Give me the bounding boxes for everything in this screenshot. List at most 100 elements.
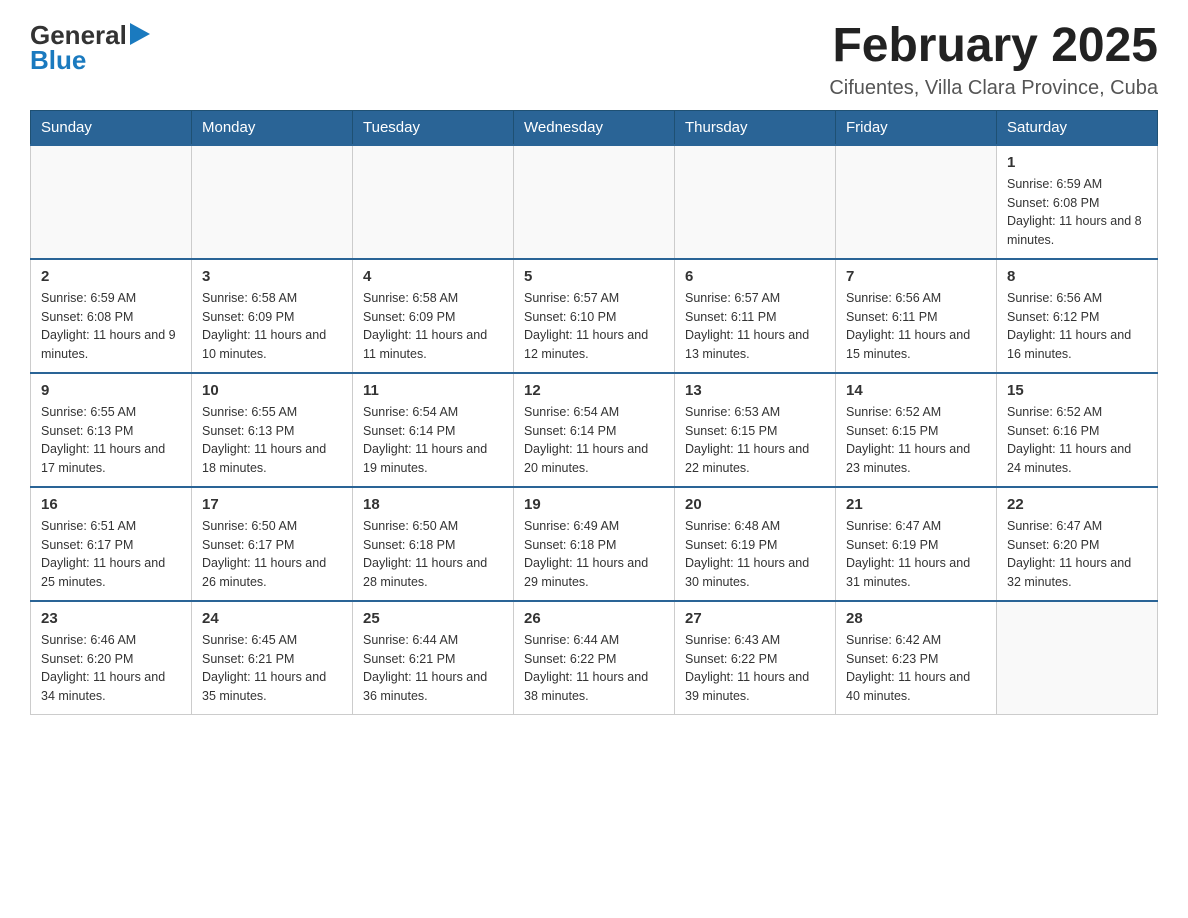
day-number: 16 xyxy=(41,496,181,513)
day-info: Sunrise: 6:44 AMSunset: 6:21 PMDaylight:… xyxy=(363,631,503,706)
day-info: Sunrise: 6:49 AMSunset: 6:18 PMDaylight:… xyxy=(524,517,664,592)
calendar-cell: 7 Sunrise: 6:56 AMSunset: 6:11 PMDaylight… xyxy=(836,259,997,373)
calendar-cell: 27 Sunrise: 6:43 AMSunset: 6:22 PMDayligh… xyxy=(675,601,836,715)
calendar-cell: 25 Sunrise: 6:44 AMSunset: 6:21 PMDayligh… xyxy=(353,601,514,715)
calendar-cell xyxy=(514,145,675,259)
week-row-2: 2Sunrise: 6:59 AMSunset: 6:08 PMDaylight… xyxy=(31,259,1158,373)
day-number: 14 xyxy=(846,382,986,399)
calendar-cell: 16 Sunrise: 6:51 AMSunset: 6:17 PMDayligh… xyxy=(31,487,192,601)
weekday-header-friday: Friday xyxy=(836,110,997,145)
day-number: 22 xyxy=(1007,496,1147,513)
day-number: 15 xyxy=(1007,382,1147,399)
calendar-cell: 19 Sunrise: 6:49 AMSunset: 6:18 PMDayligh… xyxy=(514,487,675,601)
calendar-cell xyxy=(31,145,192,259)
day-info: Sunrise: 6:43 AMSunset: 6:22 PMDaylight:… xyxy=(685,631,825,706)
day-info: Sunrise: 6:50 AMSunset: 6:18 PMDaylight:… xyxy=(363,517,503,592)
calendar-cell: 5 Sunrise: 6:57 AMSunset: 6:10 PMDaylight… xyxy=(514,259,675,373)
day-info: Sunrise: 6:58 AMSunset: 6:09 PMDaylight:… xyxy=(202,289,342,364)
calendar-cell: 24 Sunrise: 6:45 AMSunset: 6:21 PMDayligh… xyxy=(192,601,353,715)
day-number: 12 xyxy=(524,382,664,399)
calendar-cell: 12Sunrise: 6:54 AMSunset: 6:14 PMDayligh… xyxy=(514,373,675,487)
logo-arrow-icon xyxy=(130,23,150,45)
day-number: 1 xyxy=(1007,154,1147,171)
day-info: Sunrise: 6:50 AMSunset: 6:17 PMDaylight:… xyxy=(202,517,342,592)
day-info: Sunrise: 6:55 AMSunset: 6:13 PMDaylight:… xyxy=(202,403,342,478)
day-info: Sunrise: 6:55 AMSunset: 6:13 PMDaylight:… xyxy=(41,403,181,478)
calendar-table: SundayMondayTuesdayWednesdayThursdayFrid… xyxy=(30,110,1158,715)
page-header: General Blue February 2025 Cifuentes, Vi… xyxy=(30,20,1158,100)
calendar-cell: 4 Sunrise: 6:58 AMSunset: 6:09 PMDaylight… xyxy=(353,259,514,373)
day-info: Sunrise: 6:46 AMSunset: 6:20 PMDaylight:… xyxy=(41,631,181,706)
calendar-cell xyxy=(997,601,1158,715)
calendar-cell: 6 Sunrise: 6:57 AMSunset: 6:11 PMDaylight… xyxy=(675,259,836,373)
calendar-cell: 3 Sunrise: 6:58 AMSunset: 6:09 PMDaylight… xyxy=(192,259,353,373)
weekday-header-saturday: Saturday xyxy=(997,110,1158,145)
calendar-cell: 2Sunrise: 6:59 AMSunset: 6:08 PMDaylight… xyxy=(31,259,192,373)
day-info: Sunrise: 6:53 AMSunset: 6:15 PMDaylight:… xyxy=(685,403,825,478)
title-block: February 2025 Cifuentes, Villa Clara Pro… xyxy=(829,20,1158,100)
day-info: Sunrise: 6:57 AMSunset: 6:11 PMDaylight:… xyxy=(685,289,825,364)
day-number: 23 xyxy=(41,610,181,627)
calendar-cell: 28Sunrise: 6:42 AMSunset: 6:23 PMDayligh… xyxy=(836,601,997,715)
day-info: Sunrise: 6:59 AMSunset: 6:08 PMDaylight:… xyxy=(1007,175,1147,250)
weekday-header-wednesday: Wednesday xyxy=(514,110,675,145)
day-number: 2 xyxy=(41,268,181,285)
week-row-3: 9 Sunrise: 6:55 AMSunset: 6:13 PMDaylight… xyxy=(31,373,1158,487)
day-number: 13 xyxy=(685,382,825,399)
day-number: 6 xyxy=(685,268,825,285)
day-number: 18 xyxy=(363,496,503,513)
weekday-header-row: SundayMondayTuesdayWednesdayThursdayFrid… xyxy=(31,110,1158,145)
page-title: February 2025 xyxy=(829,20,1158,73)
calendar-cell: 8 Sunrise: 6:56 AMSunset: 6:12 PMDaylight… xyxy=(997,259,1158,373)
day-info: Sunrise: 6:51 AMSunset: 6:17 PMDaylight:… xyxy=(41,517,181,592)
day-number: 25 xyxy=(363,610,503,627)
calendar-cell: 11Sunrise: 6:54 AMSunset: 6:14 PMDayligh… xyxy=(353,373,514,487)
day-info: Sunrise: 6:56 AMSunset: 6:11 PMDaylight:… xyxy=(846,289,986,364)
day-number: 10 xyxy=(202,382,342,399)
day-number: 26 xyxy=(524,610,664,627)
calendar-cell: 20Sunrise: 6:48 AMSunset: 6:19 PMDayligh… xyxy=(675,487,836,601)
day-number: 5 xyxy=(524,268,664,285)
day-number: 20 xyxy=(685,496,825,513)
day-info: Sunrise: 6:56 AMSunset: 6:12 PMDaylight:… xyxy=(1007,289,1147,364)
calendar-cell: 21 Sunrise: 6:47 AMSunset: 6:19 PMDayligh… xyxy=(836,487,997,601)
day-number: 4 xyxy=(363,268,503,285)
day-number: 7 xyxy=(846,268,986,285)
day-number: 3 xyxy=(202,268,342,285)
day-number: 27 xyxy=(685,610,825,627)
day-info: Sunrise: 6:42 AMSunset: 6:23 PMDaylight:… xyxy=(846,631,986,706)
logo: General Blue xyxy=(30,20,150,76)
calendar-cell: 1 Sunrise: 6:59 AMSunset: 6:08 PMDaylight… xyxy=(997,145,1158,259)
day-number: 11 xyxy=(363,382,503,399)
calendar-cell xyxy=(353,145,514,259)
week-row-4: 16 Sunrise: 6:51 AMSunset: 6:17 PMDayligh… xyxy=(31,487,1158,601)
day-number: 24 xyxy=(202,610,342,627)
calendar-cell: 15 Sunrise: 6:52 AMSunset: 6:16 PMDayligh… xyxy=(997,373,1158,487)
day-info: Sunrise: 6:58 AMSunset: 6:09 PMDaylight:… xyxy=(363,289,503,364)
calendar-cell: 18 Sunrise: 6:50 AMSunset: 6:18 PMDayligh… xyxy=(353,487,514,601)
calendar-cell: 26 Sunrise: 6:44 AMSunset: 6:22 PMDayligh… xyxy=(514,601,675,715)
day-info: Sunrise: 6:45 AMSunset: 6:21 PMDaylight:… xyxy=(202,631,342,706)
weekday-header-tuesday: Tuesday xyxy=(353,110,514,145)
calendar-cell xyxy=(836,145,997,259)
day-info: Sunrise: 6:47 AMSunset: 6:19 PMDaylight:… xyxy=(846,517,986,592)
day-info: Sunrise: 6:52 AMSunset: 6:16 PMDaylight:… xyxy=(1007,403,1147,478)
weekday-header-thursday: Thursday xyxy=(675,110,836,145)
page-subtitle: Cifuentes, Villa Clara Province, Cuba xyxy=(829,77,1158,100)
weekday-header-sunday: Sunday xyxy=(31,110,192,145)
day-number: 21 xyxy=(846,496,986,513)
day-info: Sunrise: 6:44 AMSunset: 6:22 PMDaylight:… xyxy=(524,631,664,706)
day-number: 8 xyxy=(1007,268,1147,285)
calendar-cell: 14Sunrise: 6:52 AMSunset: 6:15 PMDayligh… xyxy=(836,373,997,487)
day-number: 9 xyxy=(41,382,181,399)
week-row-5: 23 Sunrise: 6:46 AMSunset: 6:20 PMDayligh… xyxy=(31,601,1158,715)
logo-text-blue: Blue xyxy=(30,45,86,76)
calendar-cell xyxy=(675,145,836,259)
day-number: 17 xyxy=(202,496,342,513)
week-row-1: 1 Sunrise: 6:59 AMSunset: 6:08 PMDaylight… xyxy=(31,145,1158,259)
day-number: 19 xyxy=(524,496,664,513)
day-info: Sunrise: 6:47 AMSunset: 6:20 PMDaylight:… xyxy=(1007,517,1147,592)
calendar-cell: 13 Sunrise: 6:53 AMSunset: 6:15 PMDayligh… xyxy=(675,373,836,487)
calendar-cell xyxy=(192,145,353,259)
day-info: Sunrise: 6:57 AMSunset: 6:10 PMDaylight:… xyxy=(524,289,664,364)
